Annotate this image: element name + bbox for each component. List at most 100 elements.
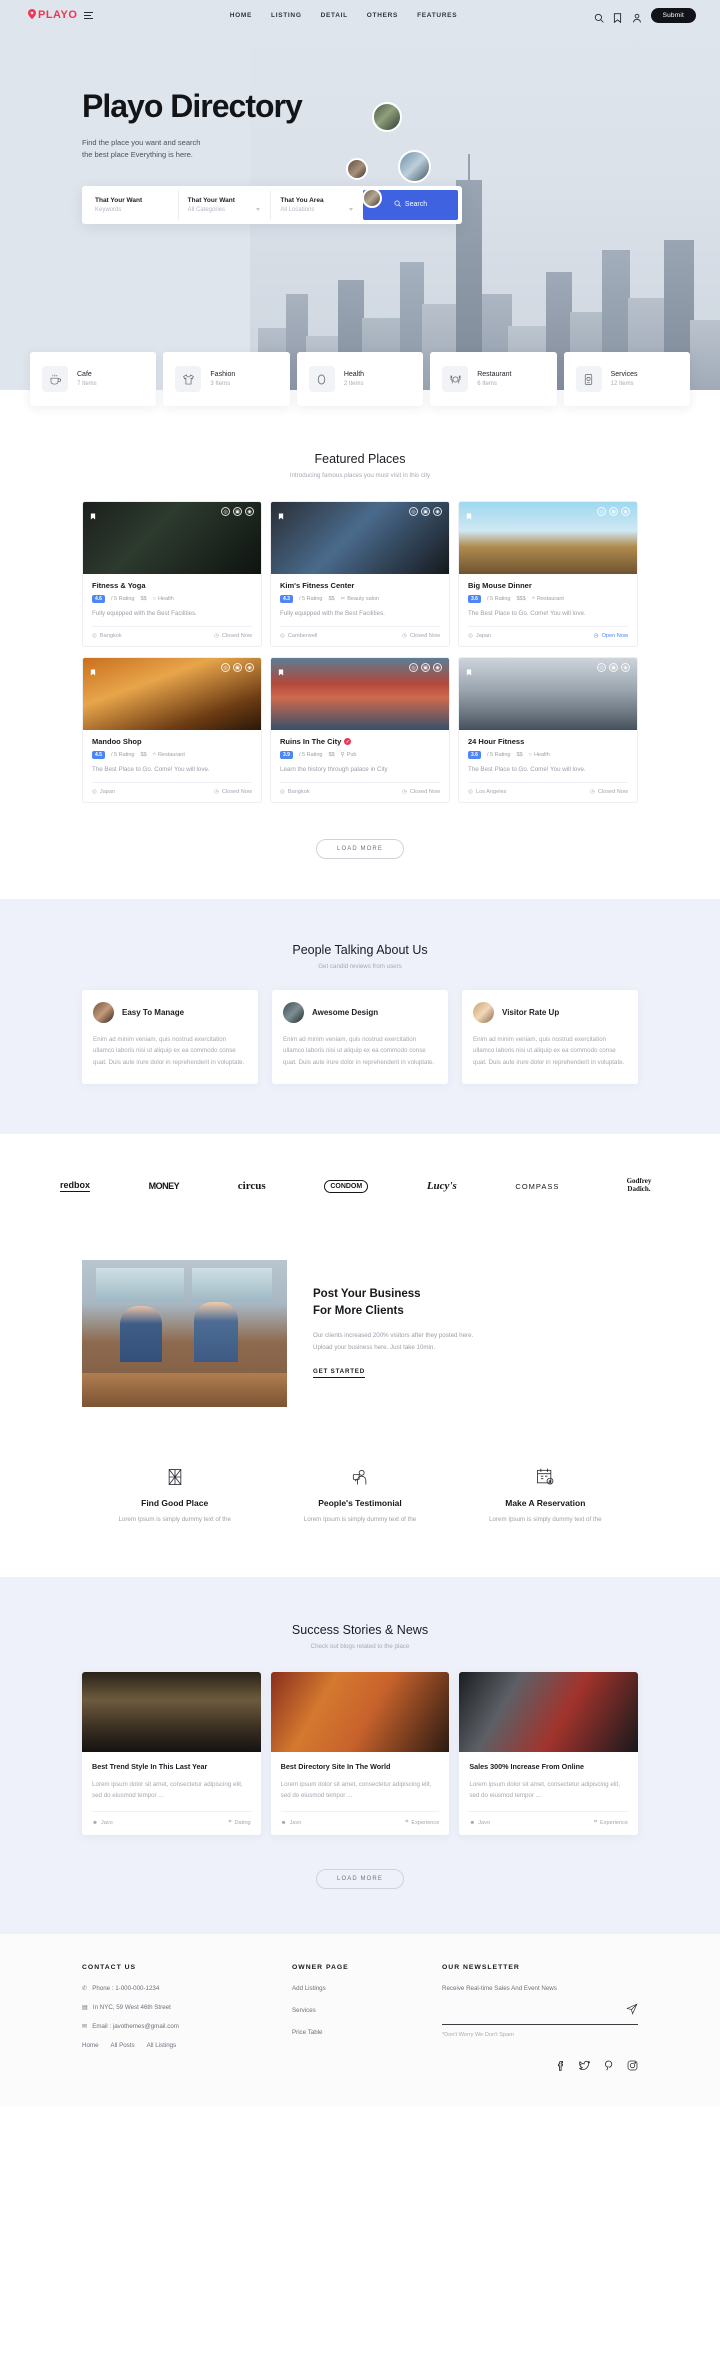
view-icon[interactable]: ◉ <box>621 507 630 516</box>
listing-card[interactable]: ◎ ▣ ◉ Fitness & Yoga 4.6 / 5 Rating $$ ○… <box>82 501 262 647</box>
footer-newsletter-description: Receive Real-time Sales And Event News <box>442 1985 557 1993</box>
bookmark-icon[interactable] <box>278 663 284 681</box>
view-icon[interactable]: ◉ <box>621 663 630 672</box>
footer-link-services[interactable]: Services <box>292 2007 442 2014</box>
listing-status: Open Now <box>601 633 628 639</box>
search-icon[interactable] <box>594 10 604 23</box>
compare-icon[interactable]: ◎ <box>597 663 606 672</box>
listing-title: 24 Hour Fitness <box>468 737 525 746</box>
search-category-select[interactable]: All Categories <box>188 207 262 213</box>
price-range: $$ <box>328 596 335 602</box>
facebook-icon[interactable] <box>556 2058 565 2076</box>
listing-location: Camberwell <box>287 633 318 639</box>
footer-link-home[interactable]: Home <box>82 2042 99 2049</box>
nav-item-features[interactable]: FEATURES <box>417 12 457 19</box>
bookmark-icon[interactable] <box>278 507 284 525</box>
category-card-fashion[interactable]: Fashion 3 Items <box>163 352 290 406</box>
send-icon[interactable] <box>626 2002 638 2020</box>
category-card-restaurant[interactable]: Restaurant 6 Items <box>430 352 557 406</box>
search-location-select[interactable]: All Locations <box>280 207 354 213</box>
testimonials-title: People Talking About Us <box>292 943 428 957</box>
listing-category: Restaurant <box>537 596 564 602</box>
footer-social-links <box>442 2058 638 2076</box>
blog-author: Javo <box>478 1819 491 1826</box>
hamburger-icon[interactable] <box>84 11 94 19</box>
listing-card[interactable]: ◎ ▣ ◉ Ruins In The City ✓ 3.9 / 5 Rating… <box>270 657 450 803</box>
promo-text-line2: Upload your business here. Just take 10m… <box>313 1344 436 1352</box>
feature-sub: Lorem Ipsum is simply dummy text of the <box>489 1515 602 1523</box>
twitter-icon[interactable] <box>578 2058 591 2076</box>
listing-description: The Best Place to Go. Come! You will lov… <box>468 610 628 627</box>
gallery-icon[interactable]: ▣ <box>233 507 242 516</box>
get-started-link[interactable]: GET STARTED <box>313 1368 365 1378</box>
nav-item-detail[interactable]: DETAIL <box>321 12 348 19</box>
listing-card[interactable]: ◎ ▣ ◉ 24 Hour Fitness 3.6 / 5 Rating $$ <box>458 657 638 803</box>
nav-item-others[interactable]: OTHERS <box>367 12 398 19</box>
site-footer: CONTACT US ✆ Phone : 1-000-000-1234 ▤ In N… <box>0 1933 720 2108</box>
instagram-icon[interactable] <box>627 2058 638 2076</box>
search-location-label: That You Area <box>280 196 324 204</box>
blog-post-title: Best Trend Style In This Last Year <box>92 1761 208 1771</box>
pinterest-icon[interactable] <box>604 2058 613 2076</box>
nav-item-listing[interactable]: LISTING <box>271 12 302 19</box>
compare-icon[interactable]: ◎ <box>409 663 418 672</box>
brand-logo-money: MONEY <box>148 1181 180 1192</box>
gallery-icon[interactable]: ▣ <box>421 663 430 672</box>
blog-load-more-button[interactable]: LOAD MORE <box>316 1869 404 1890</box>
location-icon: ◎ <box>92 633 97 639</box>
view-icon[interactable]: ◉ <box>245 507 254 516</box>
gallery-icon[interactable]: ▣ <box>609 663 618 672</box>
footer-contact-heading: CONTACT US <box>82 1964 137 1972</box>
category-dot-icon: ○ <box>152 596 156 602</box>
bookmark-icon[interactable] <box>90 663 96 681</box>
compare-icon[interactable]: ◎ <box>221 507 230 516</box>
promo-title-line2: For More Clients <box>313 1305 404 1318</box>
listing-card[interactable]: ◎ ▣ ◉ Mandoo Shop 4.5 / 5 Rating $$ ⑃ Re… <box>82 657 262 803</box>
user-icon[interactable] <box>632 10 642 23</box>
newsletter-email-input[interactable] <box>442 2013 626 2021</box>
testimonials-subtitle: Get candid reviews from users <box>318 963 402 970</box>
featured-load-more-button[interactable]: LOAD MORE <box>316 839 404 859</box>
footer-link-price-table[interactable]: Price Table <box>292 2029 442 2036</box>
listing-card[interactable]: ◎ ▣ ◉ Kim's Fitness Center 4.3 / 5 Ratin… <box>270 501 450 647</box>
view-icon[interactable]: ◉ <box>433 507 442 516</box>
view-icon[interactable]: ◉ <box>245 663 254 672</box>
category-card-cafe[interactable]: Cafe 7 Items <box>30 352 157 406</box>
blog-card[interactable]: Sales 300% Increase From Online Lorem ip… <box>459 1671 639 1836</box>
search-category-field[interactable]: That Your Want All Categories <box>179 189 272 220</box>
gallery-icon[interactable]: ▣ <box>421 507 430 516</box>
logo[interactable]: PLAYO <box>28 8 77 22</box>
price-range: $$ <box>140 752 147 758</box>
nav-item-home[interactable]: HOME <box>230 12 252 19</box>
coffee-cup-icon <box>42 366 68 392</box>
gallery-icon[interactable]: ▣ <box>233 663 242 672</box>
listing-category: Health <box>533 752 550 758</box>
compare-icon[interactable]: ◎ <box>597 507 606 516</box>
category-count: 12 Items <box>610 381 634 387</box>
bookmark-icon[interactable] <box>466 507 472 525</box>
listing-card[interactable]: ◎ ▣ ◉ Big Mouse Dinner 3.6 / 5 Rating $$… <box>458 501 638 647</box>
search-keyword-input[interactable]: Keywords <box>95 207 169 213</box>
bookmark-icon[interactable] <box>90 507 96 525</box>
gallery-icon[interactable]: ▣ <box>609 507 618 516</box>
blog-list: Best Trend Style In This Last Year Lorem… <box>82 1671 639 1836</box>
testimonials-section: People Talking About Us Get candid revie… <box>0 899 720 1135</box>
blog-card[interactable]: Best Directory Site In The World Lorem i… <box>270 1671 450 1836</box>
bookmark-icon[interactable] <box>613 10 623 24</box>
view-icon[interactable]: ◉ <box>433 663 442 672</box>
blog-card[interactable]: Best Trend Style In This Last Year Lorem… <box>82 1671 261 1836</box>
submit-button[interactable]: Submit <box>650 7 696 23</box>
footer-link-all-posts[interactable]: All Posts <box>111 2042 135 2049</box>
footer-link-all-listings[interactable]: All Listings <box>147 2042 177 2049</box>
compare-icon[interactable]: ◎ <box>221 663 230 672</box>
price-range: $$$ <box>516 596 526 602</box>
footer-link-add-listings[interactable]: Add Listings <box>292 1985 442 1992</box>
bookmark-icon[interactable] <box>466 663 472 681</box>
search-keyword-field[interactable]: That Your Want Keywords <box>86 189 179 220</box>
category-card-health[interactable]: Health 2 Items <box>296 352 424 406</box>
search-location-field[interactable]: That You Area All Locations <box>271 190 363 220</box>
category-card-services[interactable]: Services 12 Items <box>563 352 691 406</box>
footer-address: In NYC, 59 West 46th Street <box>92 2004 171 2012</box>
avatar <box>93 1002 114 1023</box>
compare-icon[interactable]: ◎ <box>409 507 418 516</box>
